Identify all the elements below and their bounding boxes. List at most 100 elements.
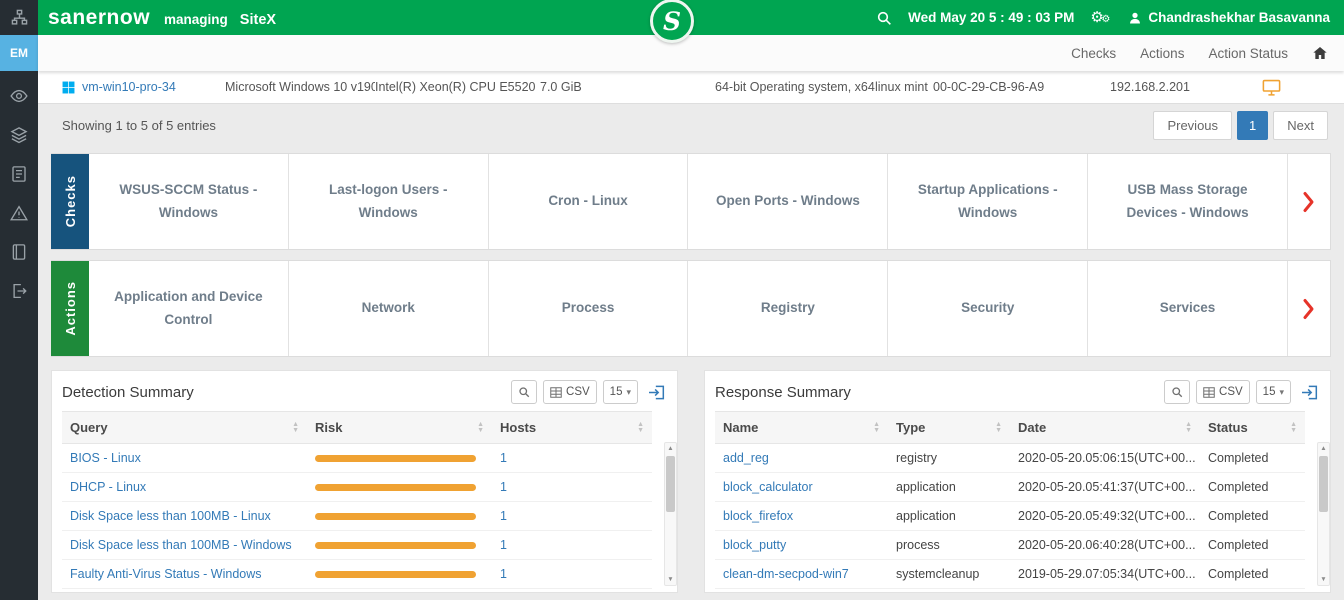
check-card[interactable]: WSUS-SCCM Status - Windows — [89, 154, 289, 249]
response-export-button[interactable] — [1299, 380, 1320, 404]
user-menu[interactable]: Chandrashekhar Basavanna — [1128, 10, 1330, 25]
alert-triangle-icon[interactable] — [10, 204, 28, 222]
detection-summary-title: Detection Summary — [62, 383, 194, 401]
hosts-link[interactable]: 1 — [500, 567, 507, 581]
previous-page-button[interactable]: Previous — [1153, 111, 1233, 140]
settings-gears-icon[interactable]: ⚙ ⚙ — [1090, 8, 1112, 28]
response-csv-button[interactable]: CSV — [1196, 380, 1250, 404]
hosts-link[interactable]: 1 — [500, 509, 507, 523]
risk-bar — [315, 570, 476, 578]
sanernow-logo-mark: S — [650, 0, 694, 43]
logout-icon[interactable] — [10, 282, 28, 300]
report-list-icon[interactable] — [10, 165, 28, 183]
query-link[interactable]: Faulty Anti-Virus Status - Windows — [70, 567, 262, 581]
scroll-down-icon[interactable]: ▼ — [665, 574, 676, 585]
action-card[interactable]: Services — [1088, 261, 1288, 356]
scroll-down-icon[interactable]: ▼ — [1318, 574, 1329, 585]
scrollbar-thumb[interactable] — [1319, 456, 1328, 512]
query-link[interactable]: DHCP - Linux — [70, 480, 146, 494]
response-status: Completed — [1200, 530, 1305, 560]
query-link[interactable]: Disk Space less than 100MB - Windows — [70, 538, 292, 552]
sort-icon: ▲ ▼ — [1185, 420, 1192, 434]
device-name-link[interactable]: vm-win10-pro-34 — [82, 80, 176, 94]
export-icon — [649, 385, 665, 399]
check-card[interactable]: Last-logon Users - Windows — [288, 154, 489, 249]
home-icon[interactable] — [1312, 45, 1328, 61]
scroll-up-icon[interactable]: ▲ — [1318, 443, 1329, 454]
column-header-type[interactable]: Type ▲ ▼ — [888, 411, 1010, 444]
search-icon — [519, 387, 530, 398]
sort-icon: ▲ ▼ — [637, 420, 644, 434]
pagination-row: Showing 1 to 5 of 5 entries Previous 1 N… — [38, 104, 1344, 147]
checks-scroll-right-button[interactable] — [1287, 154, 1330, 249]
response-name-link[interactable]: block_firefox — [723, 509, 793, 523]
action-card[interactable]: Security — [888, 261, 1089, 356]
hosts-link[interactable]: 1 — [500, 451, 507, 465]
detection-page-size-select[interactable]: 15 ▾ — [602, 380, 638, 404]
check-card[interactable]: Startup Applications - Windows — [888, 154, 1089, 249]
query-link[interactable]: Disk Space less than 100MB - Linux — [70, 509, 271, 523]
column-header-name[interactable]: Name ▲ ▼ — [715, 411, 888, 444]
page-1-button[interactable]: 1 — [1237, 111, 1269, 140]
response-type: application — [888, 472, 1010, 502]
detection-export-button[interactable] — [646, 380, 667, 404]
sub-header: Checks Actions Action Status — [38, 35, 1344, 71]
top-right-controls: Wed May 20 5 : 49 : 03 PM ⚙ ⚙ Chandrashe… — [876, 8, 1344, 28]
column-header-risk[interactable]: Risk ▲ ▼ — [307, 411, 492, 444]
next-page-button[interactable]: Next — [1273, 111, 1328, 140]
response-scrollbar[interactable]: ▲ ▼ — [1317, 442, 1330, 586]
response-name-link[interactable]: block_putty — [723, 538, 786, 552]
response-name-link[interactable]: clean-dm-secpod-win7 — [723, 567, 849, 581]
check-card[interactable]: Cron - Linux — [488, 154, 689, 249]
detection-csv-button[interactable]: CSV — [543, 380, 597, 404]
risk-bar — [315, 483, 476, 491]
scrollbar-thumb[interactable] — [666, 456, 675, 512]
table-row: Disk Space less than 100MB - Linux 1 — [62, 501, 652, 531]
column-header-hosts[interactable]: Hosts ▲ ▼ — [492, 411, 652, 444]
site-name[interactable]: SiteX — [240, 12, 276, 28]
app-logo: sanernow — [48, 5, 151, 29]
actions-scroll-right-button[interactable] — [1287, 261, 1330, 356]
column-header-query[interactable]: Query ▲ ▼ — [62, 411, 307, 444]
response-page-size-select[interactable]: 15 ▾ — [1255, 380, 1291, 404]
scroll-up-icon[interactable]: ▲ — [665, 443, 676, 454]
em-module-badge[interactable]: EM — [0, 35, 38, 71]
response-name-link[interactable]: block_calculator — [723, 480, 813, 494]
sitemap-menu-button[interactable] — [0, 0, 38, 35]
hosts-link[interactable]: 1 — [500, 480, 507, 494]
showing-entries-text: Showing 1 to 5 of 5 entries — [62, 118, 216, 133]
check-card[interactable]: Open Ports - Windows — [688, 154, 889, 249]
managing-label: managing — [164, 11, 228, 27]
check-card[interactable]: USB Mass Storage Devices - Windows — [1088, 154, 1288, 249]
logo-letter: S — [662, 6, 682, 36]
response-date: 2020-05-20.06:40:28(UTC+00... — [1010, 530, 1200, 560]
table-row: Faulty Anti-Virus Status - Windows 1 — [62, 559, 652, 589]
checks-band: Checks WSUS-SCCM Status - Windows Last-l… — [51, 153, 1331, 250]
response-date: 2020-05-20.05:06:15(UTC+00... — [1010, 443, 1200, 473]
book-icon[interactable] — [10, 243, 28, 261]
tab-checks[interactable]: Checks — [1071, 46, 1116, 61]
tab-action-status[interactable]: Action Status — [1208, 46, 1288, 61]
hosts-link[interactable]: 1 — [500, 538, 507, 552]
detection-search-button[interactable] — [511, 380, 538, 404]
column-header-date[interactable]: Date ▲ ▼ — [1010, 411, 1200, 444]
column-header-status[interactable]: Status ▲ ▼ — [1200, 411, 1305, 444]
chevron-right-icon — [1303, 191, 1314, 212]
action-card[interactable]: Registry — [688, 261, 889, 356]
device-ram: 7.0 GiB — [540, 80, 582, 94]
action-card[interactable]: Process — [488, 261, 689, 356]
response-search-button[interactable] — [1164, 380, 1191, 404]
detection-scrollbar[interactable]: ▲ ▼ — [664, 442, 677, 586]
visibility-eye-icon[interactable] — [10, 87, 28, 105]
query-link[interactable]: BIOS - Linux — [70, 451, 141, 465]
remote-monitor-icon[interactable] — [1262, 79, 1281, 96]
tab-actions[interactable]: Actions — [1140, 46, 1184, 61]
action-card[interactable]: Network — [288, 261, 489, 356]
sort-icon: ▲ ▼ — [995, 420, 1002, 434]
action-card[interactable]: Application and Device Control — [89, 261, 289, 356]
layers-icon[interactable] — [10, 126, 28, 144]
response-name-link[interactable]: add_reg — [723, 451, 769, 465]
device-ip: 192.168.2.201 — [1110, 80, 1190, 94]
actions-band: Actions Application and Device Control N… — [51, 260, 1331, 357]
search-icon[interactable] — [876, 10, 892, 26]
